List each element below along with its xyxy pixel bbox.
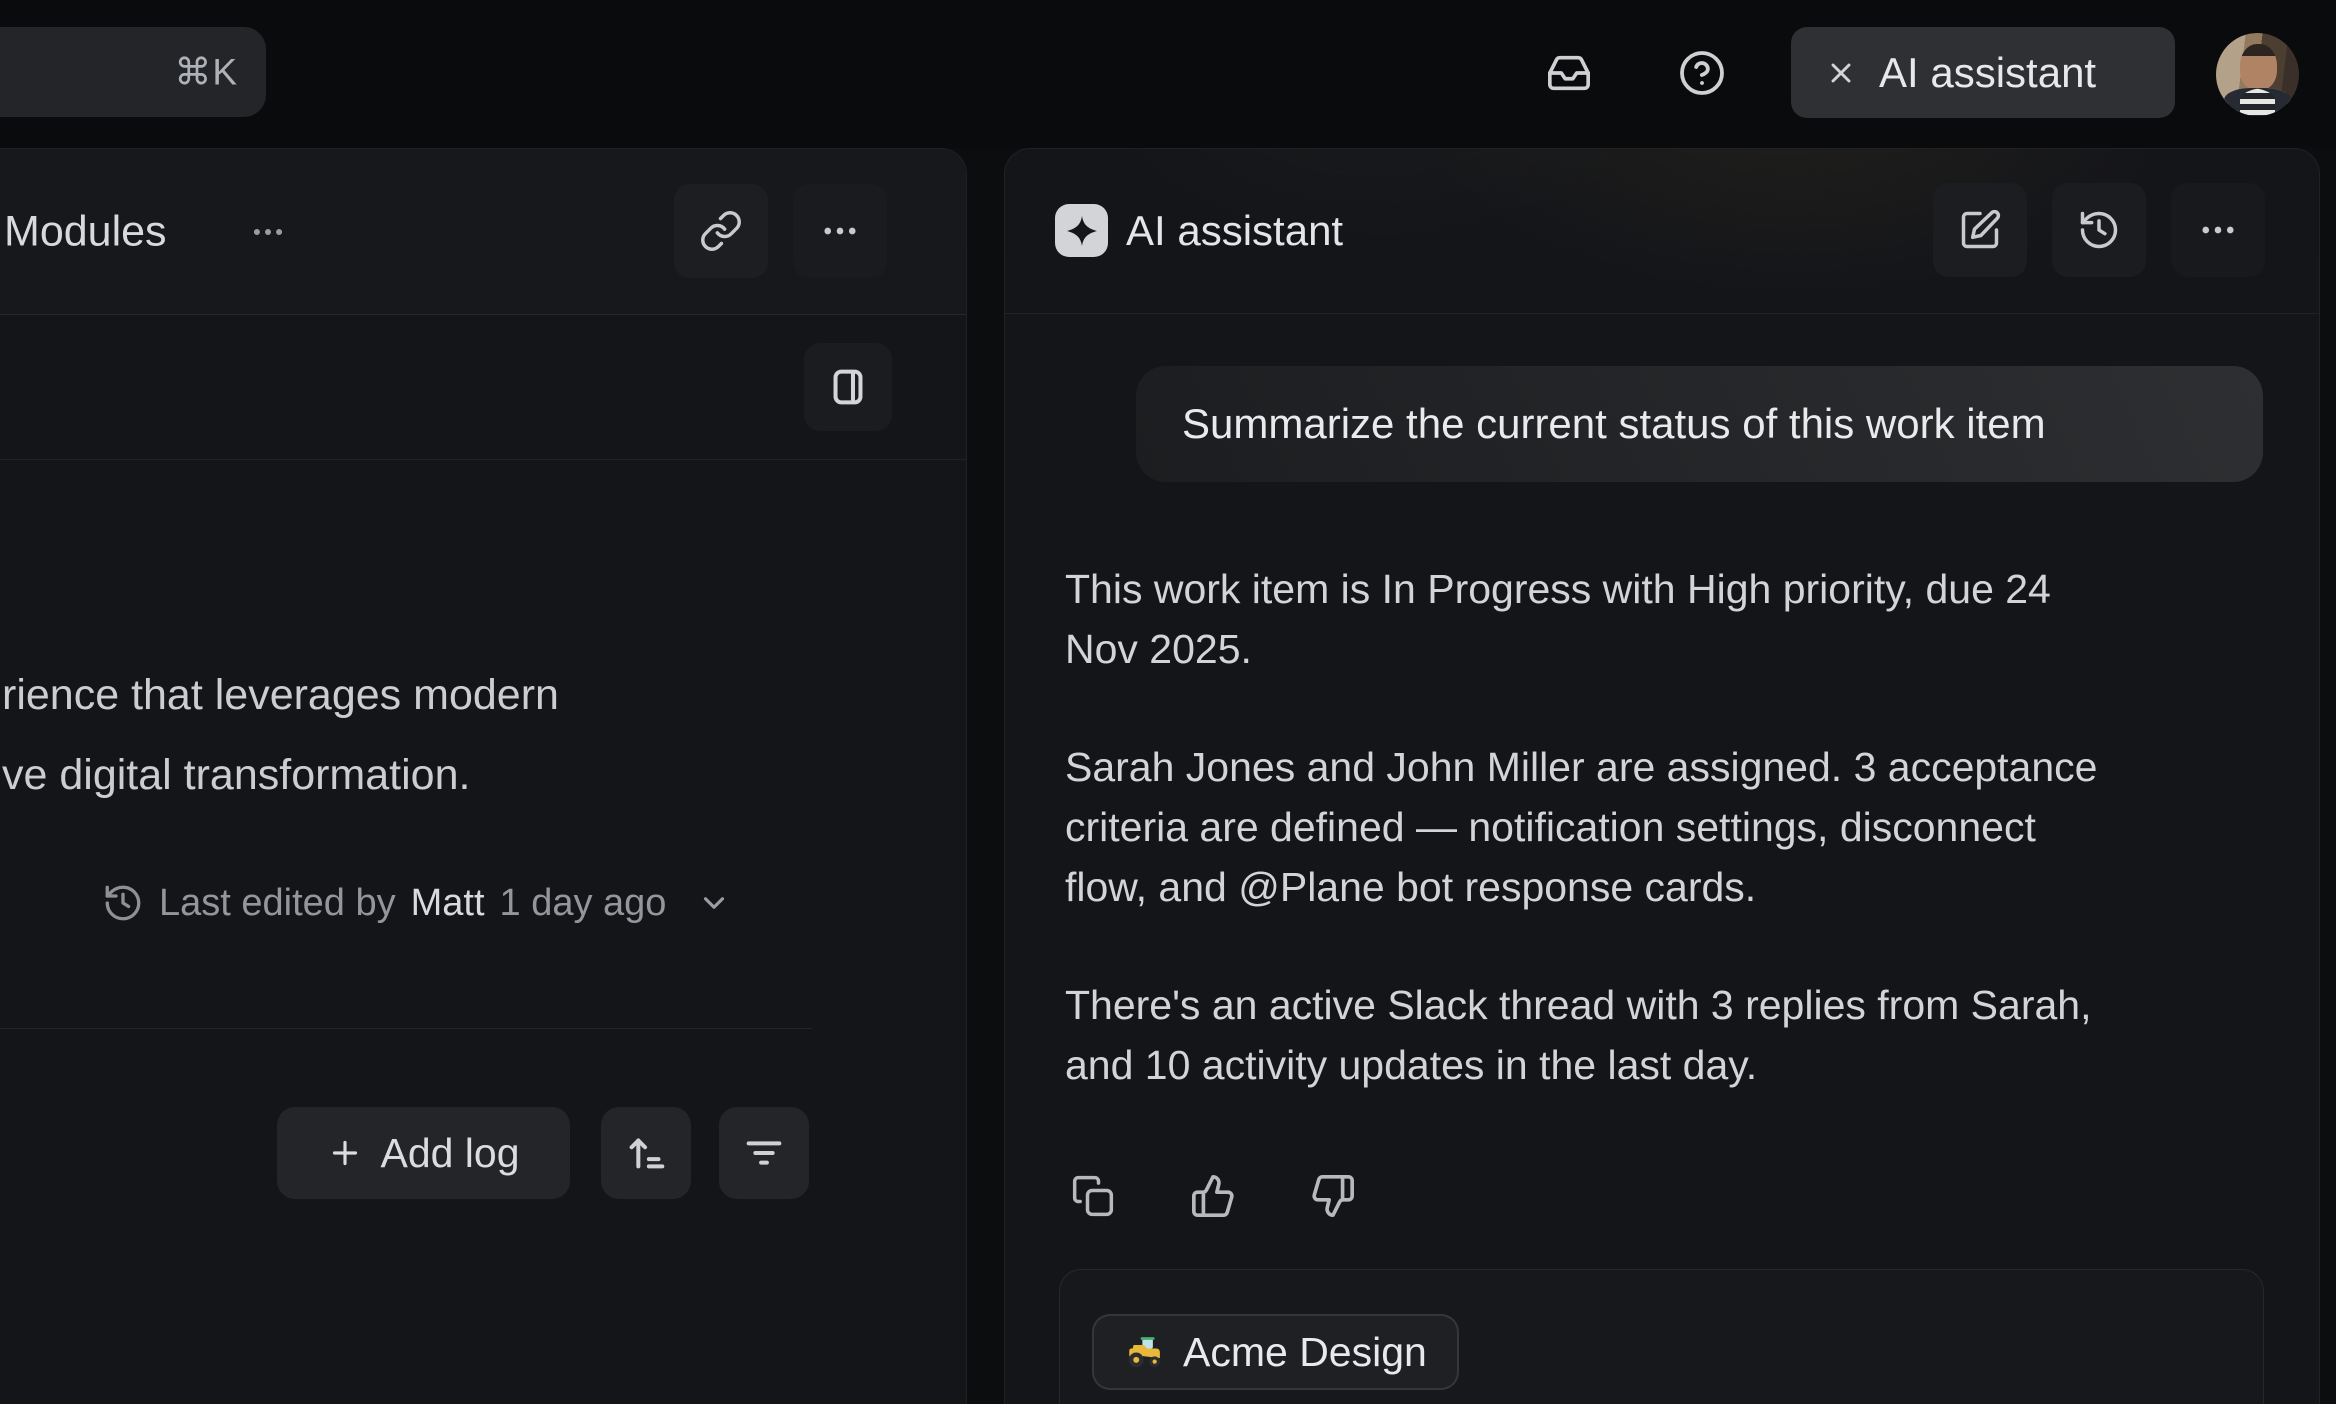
tractor-emoji: [1124, 1331, 1166, 1373]
ai-assistant-header: AI assistant: [1005, 149, 2319, 314]
toggle-sidebar-button[interactable]: [804, 343, 892, 431]
history-icon: [102, 882, 144, 924]
help-button[interactable]: [1674, 45, 1730, 101]
ai-assistant-title: AI assistant: [1126, 207, 1343, 255]
user-avatar[interactable]: [2216, 33, 2299, 116]
square-pen-icon: [1958, 208, 2002, 252]
ai-response: This work item is In Progress with High …: [1065, 559, 2280, 1153]
new-chat-button[interactable]: [1933, 183, 2027, 277]
filter-icon: [741, 1130, 787, 1176]
filter-button[interactable]: [719, 1107, 809, 1199]
user-message-text: Summarize the current status of this wor…: [1182, 400, 2046, 448]
context-chip-label: Acme Design: [1183, 1329, 1427, 1376]
response-actions: [1068, 1171, 1358, 1221]
last-edited-author: Matt: [411, 882, 485, 925]
last-edited-row[interactable]: Last edited by Matt 1 day ago: [102, 879, 731, 927]
plus-icon: [327, 1135, 363, 1171]
copy-response-button[interactable]: [1068, 1171, 1118, 1221]
chat-input-container[interactable]: Acme Design: [1059, 1269, 2264, 1404]
tabs-overflow-button[interactable]: [244, 208, 292, 256]
divider: [0, 1028, 812, 1029]
work-item-description: rience that leverages modern ve digital …: [2, 655, 902, 815]
panel-more-button[interactable]: [793, 184, 887, 278]
global-search-box[interactable]: ⌘K: [0, 27, 266, 117]
add-log-label: Add log: [380, 1130, 519, 1177]
thumbs-down-icon: [1310, 1173, 1356, 1219]
inbox-button[interactable]: [1541, 45, 1597, 101]
more-icon: [819, 210, 861, 252]
chat-history-button[interactable]: [2052, 183, 2146, 277]
thumbs-down-button[interactable]: [1308, 1171, 1358, 1221]
user-message-bubble: Summarize the current status of this wor…: [1136, 366, 2263, 482]
work-item-panel-header: Modules: [0, 149, 966, 315]
help-icon: [1678, 49, 1726, 97]
sparkle-icon: [1064, 213, 1100, 249]
chevron-down-icon: [697, 886, 731, 920]
close-icon: [1825, 57, 1857, 89]
more-icon: [2197, 209, 2239, 251]
sort-ascending-icon: [623, 1130, 669, 1176]
thumbs-up-icon: [1190, 1173, 1236, 1219]
last-edited-time: 1 day ago: [500, 882, 667, 925]
add-log-button[interactable]: Add log: [277, 1107, 570, 1199]
ai-assistant-panel: AI assistant: [1004, 148, 2320, 1404]
copy-icon: [1071, 1174, 1115, 1218]
ai-response-paragraph: This work item is In Progress with High …: [1065, 559, 2280, 679]
ai-panel-more-button[interactable]: [2171, 183, 2265, 277]
divider: [0, 459, 966, 460]
link-icon: [699, 209, 743, 253]
more-icon: [249, 213, 287, 251]
sort-button[interactable]: [601, 1107, 691, 1199]
ai-response-paragraph: Sarah Jones and John Miller are assigned…: [1065, 737, 2280, 917]
history-icon: [2077, 208, 2121, 252]
ai-toggle-label: AI assistant: [1879, 49, 2096, 97]
ai-assistant-toggle-button[interactable]: AI assistant: [1791, 27, 2175, 118]
last-edited-prefix: Last edited by: [159, 882, 396, 925]
work-item-panel: Modules: [0, 148, 967, 1404]
search-shortcut-hint: ⌘K: [174, 51, 238, 94]
panel-right-icon: [825, 364, 871, 410]
ai-assistant-badge: [1055, 204, 1108, 257]
ai-response-paragraph: There's an active Slack thread with 3 re…: [1065, 975, 2280, 1095]
inbox-icon: [1546, 50, 1592, 96]
copy-link-button[interactable]: [674, 184, 768, 278]
thumbs-up-button[interactable]: [1188, 1171, 1238, 1221]
modules-tab-label[interactable]: Modules: [4, 207, 167, 256]
app-window: ⌘K: [0, 0, 2336, 1404]
context-chip[interactable]: Acme Design: [1092, 1314, 1459, 1390]
top-bar: ⌘K: [0, 0, 2336, 148]
